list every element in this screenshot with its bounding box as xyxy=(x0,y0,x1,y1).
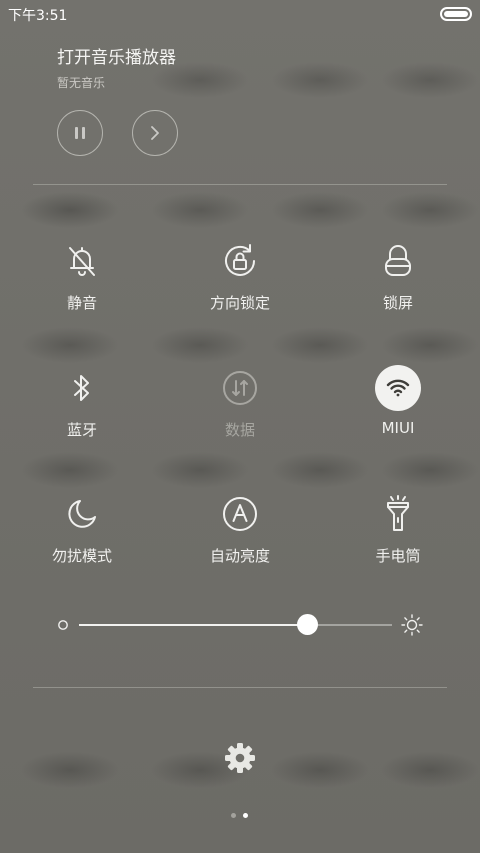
brightness-high-icon xyxy=(401,614,423,636)
music-widget[interactable]: 打开音乐播放器 暂无音乐 xyxy=(57,43,437,91)
gear-icon xyxy=(225,743,255,773)
toggle-flashlight-label: 手电筒 xyxy=(375,547,421,565)
chevron-right-icon xyxy=(151,126,159,140)
toggle-rotation-lock-label: 方向锁定 xyxy=(209,294,270,312)
brightness-fill xyxy=(79,624,308,626)
toggle-mobile-data-label: 数据 xyxy=(224,421,255,439)
toggle-mute-label: 静音 xyxy=(66,294,97,312)
mobile-data-icon xyxy=(223,371,257,405)
divider-top xyxy=(33,184,447,185)
status-bar: 下午3:51 xyxy=(0,0,480,26)
pause-icon xyxy=(75,127,85,139)
rotation-lock-icon xyxy=(225,244,255,276)
toggle-do-not-disturb[interactable]: 勿扰模式 xyxy=(17,491,147,566)
toggle-mute[interactable]: 静音 xyxy=(17,238,147,313)
toggle-auto-brightness[interactable]: 自动亮度 xyxy=(175,491,305,566)
lock-icon xyxy=(385,245,411,276)
wifi-active-indicator xyxy=(375,365,421,411)
toggle-wifi[interactable]: MIUI xyxy=(333,365,463,437)
toggle-bluetooth-label: 蓝牙 xyxy=(66,421,97,439)
toggle-rotation-lock[interactable]: 方向锁定 xyxy=(175,238,305,313)
bluetooth-icon xyxy=(74,375,89,401)
next-button[interactable] xyxy=(132,110,178,156)
toggle-lock-screen[interactable]: 锁屏 xyxy=(333,238,463,313)
bell-off-icon xyxy=(69,247,95,276)
page-dot xyxy=(243,813,248,818)
auto-brightness-icon xyxy=(223,497,257,531)
toggle-lock-screen-label: 锁屏 xyxy=(382,294,413,312)
divider-bottom xyxy=(33,687,447,688)
toggle-wifi-label: MIUI xyxy=(381,419,415,437)
status-time: 下午3:51 xyxy=(8,8,68,24)
battery-icon xyxy=(440,7,472,21)
toggle-bluetooth[interactable]: 蓝牙 xyxy=(17,365,147,440)
brightness-low-icon xyxy=(58,620,68,630)
page-dot xyxy=(231,813,236,818)
pause-button[interactable] xyxy=(57,110,103,156)
flashlight-icon xyxy=(387,495,409,531)
moon-icon xyxy=(68,500,96,528)
music-subtitle: 暂无音乐 xyxy=(57,76,106,90)
music-title[interactable]: 打开音乐播放器 xyxy=(57,43,437,68)
brightness-track[interactable] xyxy=(79,614,392,635)
toggle-mobile-data[interactable]: 数据 xyxy=(175,365,305,440)
settings-button[interactable] xyxy=(222,740,258,776)
toggle-flashlight[interactable]: 手电筒 xyxy=(333,491,463,566)
toggle-auto-brightness-label: 自动亮度 xyxy=(209,547,270,565)
toggle-do-not-disturb-label: 勿扰模式 xyxy=(51,547,112,565)
page-indicator xyxy=(231,813,248,818)
wifi-icon xyxy=(386,379,410,397)
brightness-thumb[interactable] xyxy=(297,614,319,635)
brightness-slider[interactable] xyxy=(56,612,426,638)
